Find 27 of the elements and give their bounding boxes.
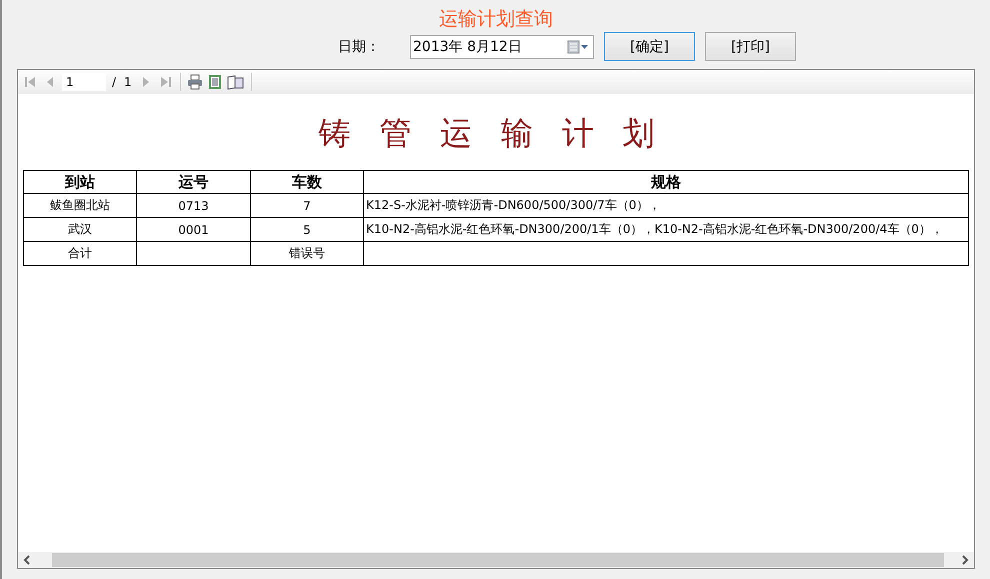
column-header: 车数: [250, 170, 364, 194]
table-cell: 武汉: [24, 218, 136, 242]
table-cell: 合计: [24, 242, 136, 266]
table-cell: K10-N2-高铝水泥-红色环氧-DN300/200/1车（0），K10-N2-高铝水泥-红色环氧-DN300/200/4车（0），: [364, 218, 968, 242]
column-header: 规格: [364, 170, 968, 194]
table-cell: 鲅鱼圈北站: [24, 194, 136, 218]
print-icon[interactable]: [186, 74, 203, 90]
report-title: 铸管运输计划: [318, 113, 684, 154]
page-setup-icon[interactable]: [206, 74, 223, 90]
action-button[interactable]: [打印]: [705, 32, 796, 61]
calendar-dropdown-icon[interactable]: [567, 40, 589, 54]
page-title: 运输计划查询: [439, 7, 553, 32]
book-icon[interactable]: [226, 74, 245, 90]
total-pages: 1: [124, 75, 132, 89]
table-cell: 0001: [136, 218, 250, 242]
table-cell: 5: [250, 218, 364, 242]
page-number-field[interactable]: 1: [62, 73, 106, 91]
date-picker[interactable]: 2013年 8月12日: [410, 34, 594, 58]
table-cell: K12-S-水泥衬-喷锌沥青-DN600/500/300/7车（0），: [364, 194, 968, 218]
date-label: 日期：: [338, 38, 381, 56]
table-cell: 7: [250, 194, 364, 218]
table-cell: 0713: [136, 194, 250, 218]
table-cell: 错误号: [250, 242, 364, 266]
column-header: 到站: [24, 170, 136, 194]
column-header: 运号: [136, 170, 250, 194]
action-button[interactable]: [确定]: [604, 32, 695, 61]
page-separator: /: [112, 75, 116, 89]
